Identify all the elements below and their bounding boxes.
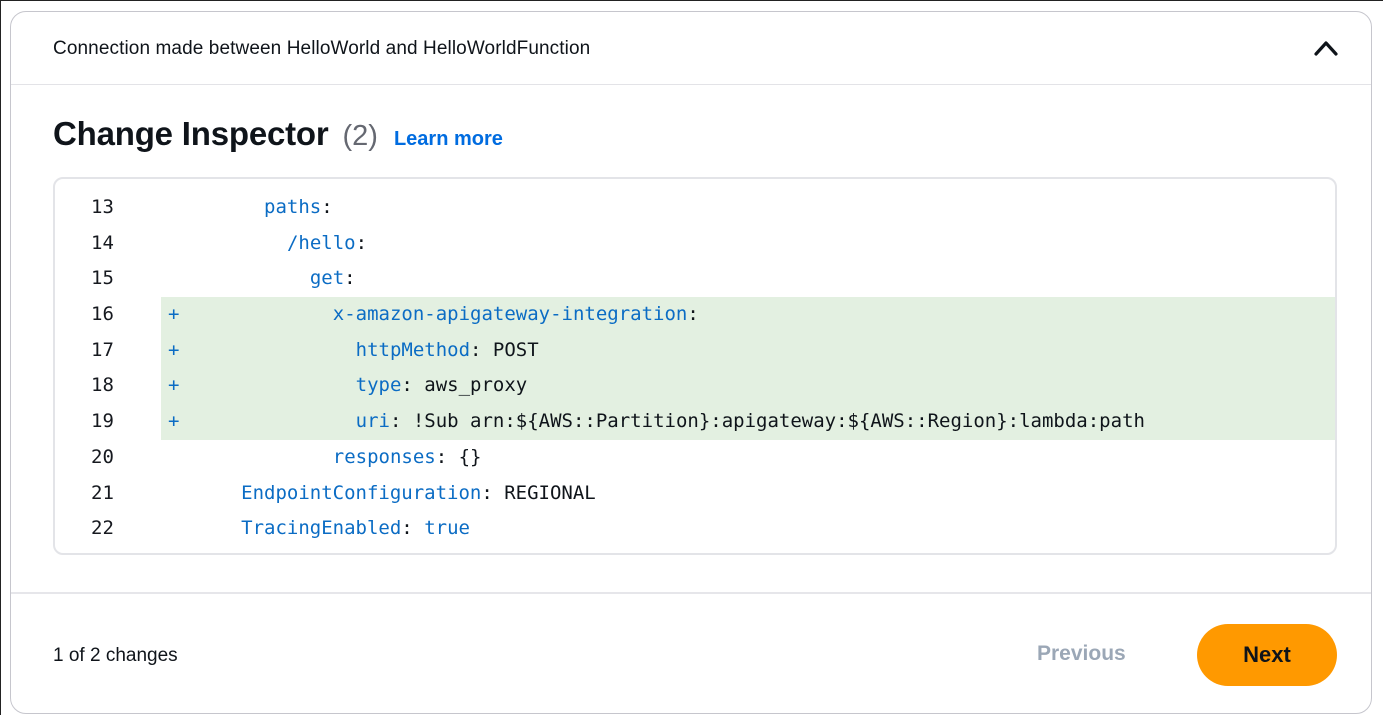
code-value: : bbox=[401, 517, 425, 540]
code-line: 14/hello: bbox=[55, 226, 1335, 262]
code-text: x-amazon-apigateway-integration: bbox=[333, 297, 1335, 333]
code-text: responses: {} bbox=[333, 440, 1335, 476]
code-literal: true bbox=[424, 517, 470, 540]
code-text: TracingEnabled: true bbox=[241, 511, 1335, 547]
line-number: 22 bbox=[91, 517, 114, 540]
code-value: : aws_proxy bbox=[401, 374, 528, 397]
code-text: EndpointConfiguration: REGIONAL bbox=[241, 476, 1335, 512]
code-key: type bbox=[355, 374, 402, 397]
code-text: paths: bbox=[264, 190, 1335, 226]
footer-divider bbox=[11, 592, 1371, 594]
code-lines: 13 paths: 14/hello: 15 get: 16 + x-amazon-apiga… bbox=[55, 190, 1335, 547]
code-key: get bbox=[309, 267, 345, 290]
code-line: 15 get: bbox=[55, 261, 1335, 297]
code-text: type: aws_proxy bbox=[356, 368, 1335, 404]
code-line: 21 EndpointConfiguration: REGIONAL bbox=[55, 476, 1335, 512]
code-value: : POST bbox=[470, 338, 539, 361]
line-number: 19 bbox=[91, 410, 114, 433]
learn-more-link[interactable]: Learn more bbox=[394, 128, 503, 151]
code-key: /hello bbox=[286, 231, 356, 254]
previous-button[interactable]: Previous bbox=[1037, 642, 1126, 666]
code-value: : bbox=[355, 231, 368, 254]
code-text: get: bbox=[310, 261, 1335, 297]
change-position-status: 1 of 2 changes bbox=[53, 645, 178, 666]
code-key: x-amazon-apigateway-integration bbox=[332, 303, 688, 326]
diff-added-marker: + bbox=[168, 303, 180, 326]
code-value: : bbox=[344, 267, 356, 290]
code-diff-viewer[interactable]: 13 paths: 14/hello: 15 get: 16 + x-amazon-apiga… bbox=[53, 177, 1337, 555]
diff-added-marker: + bbox=[168, 374, 180, 397]
diff-added-marker: + bbox=[168, 338, 180, 361]
line-number: 14 bbox=[91, 231, 114, 254]
code-key: responses bbox=[332, 445, 436, 468]
code-line: 17 + httpMethod: POST bbox=[55, 332, 1335, 369]
code-line: 13 paths: bbox=[55, 190, 1335, 226]
code-key: uri bbox=[355, 410, 390, 433]
inspector-title: Change Inspector bbox=[53, 115, 329, 152]
code-text: httpMethod: POST bbox=[356, 333, 1335, 369]
code-key: httpMethod bbox=[355, 338, 471, 361]
line-number: 21 bbox=[91, 481, 114, 504]
code-value: : {} bbox=[435, 445, 482, 468]
line-number: 17 bbox=[91, 338, 114, 361]
code-line: 20 responses: {} bbox=[55, 440, 1335, 476]
line-number: 18 bbox=[91, 374, 114, 397]
code-text: /hello: bbox=[287, 226, 1335, 262]
code-line: 19 + uri: !Sub arn:${AWS::Partition}:apiga… bbox=[55, 404, 1335, 440]
code-key: paths bbox=[264, 196, 322, 218]
window-frame: Connection made between HelloWorld and H… bbox=[0, 0, 1383, 715]
line-number: 16 bbox=[91, 303, 114, 326]
code-value: : bbox=[321, 196, 333, 218]
code-value: : bbox=[687, 303, 699, 326]
line-number: 13 bbox=[91, 196, 114, 218]
code-key: TracingEnabled bbox=[241, 517, 402, 540]
code-line: 22 TracingEnabled: true bbox=[55, 511, 1335, 547]
line-number: 15 bbox=[91, 267, 114, 290]
diff-added-marker: + bbox=[168, 410, 180, 433]
chevron-up-icon[interactable] bbox=[1313, 38, 1339, 58]
code-line: 18 + type: aws_proxy bbox=[55, 368, 1335, 405]
code-value: : !Sub arn:${AWS::Partition}:apigateway:… bbox=[389, 410, 1145, 433]
line-number: 20 bbox=[91, 445, 114, 468]
code-line: 16 + x-amazon-apigateway-integration: bbox=[55, 297, 1335, 333]
inspector-heading: Change Inspector (2) Learn more bbox=[53, 115, 503, 153]
change-inspector-panel: Connection made between HelloWorld and H… bbox=[10, 11, 1372, 714]
panel-header-title: Connection made between HelloWorld and H… bbox=[53, 38, 591, 59]
code-key: EndpointConfiguration bbox=[241, 481, 482, 504]
next-button[interactable]: Next bbox=[1197, 624, 1337, 686]
change-count: (2) bbox=[342, 120, 378, 152]
panel-header[interactable]: Connection made between HelloWorld and H… bbox=[11, 12, 1371, 85]
code-text: uri: !Sub arn:${AWS::Partition}:apigatew… bbox=[356, 404, 1335, 440]
code-value: : REGIONAL bbox=[481, 481, 596, 504]
